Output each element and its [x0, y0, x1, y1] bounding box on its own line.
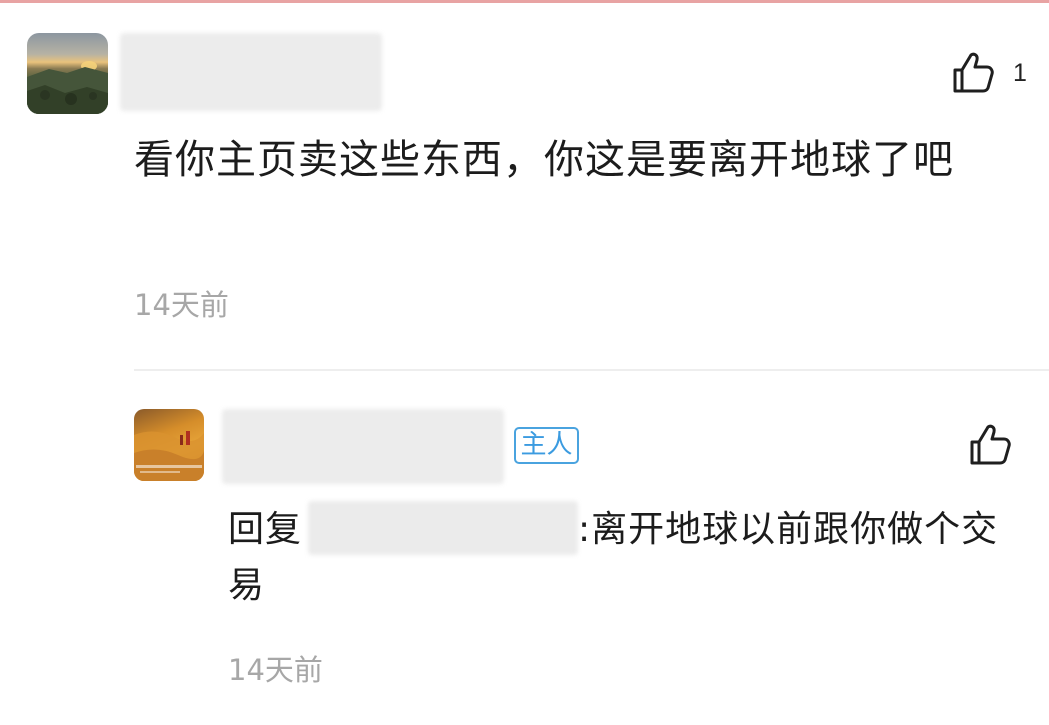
divider — [134, 369, 1049, 371]
reply-prefix: 回复 — [228, 509, 303, 550]
reply-text: 回复:离开地球以前跟你做个交易 — [228, 501, 1008, 614]
reply-username-redacted — [222, 409, 504, 484]
reply-like-button[interactable] — [966, 422, 1012, 472]
avatar[interactable] — [27, 33, 108, 114]
comment-text: 看你主页卖这些东西，你这是要离开地球了吧 — [134, 137, 954, 183]
thumbs-up-icon — [970, 424, 1011, 465]
thumbs-up-icon — [953, 52, 994, 93]
avatar-desert-image — [134, 431, 204, 481]
username-redacted — [120, 33, 382, 111]
top-accent-line — [0, 0, 1049, 3]
reply-avatar[interactable] — [134, 409, 204, 481]
owner-badge: 主人 — [514, 427, 579, 464]
like-button[interactable]: 1 — [949, 50, 1027, 96]
reply-timestamp: 14天前 — [228, 653, 323, 687]
avatar-landscape-image — [27, 61, 108, 114]
comment-timestamp: 14天前 — [134, 288, 229, 322]
mention-redacted — [308, 501, 579, 555]
like-count: 1 — [1013, 58, 1027, 87]
